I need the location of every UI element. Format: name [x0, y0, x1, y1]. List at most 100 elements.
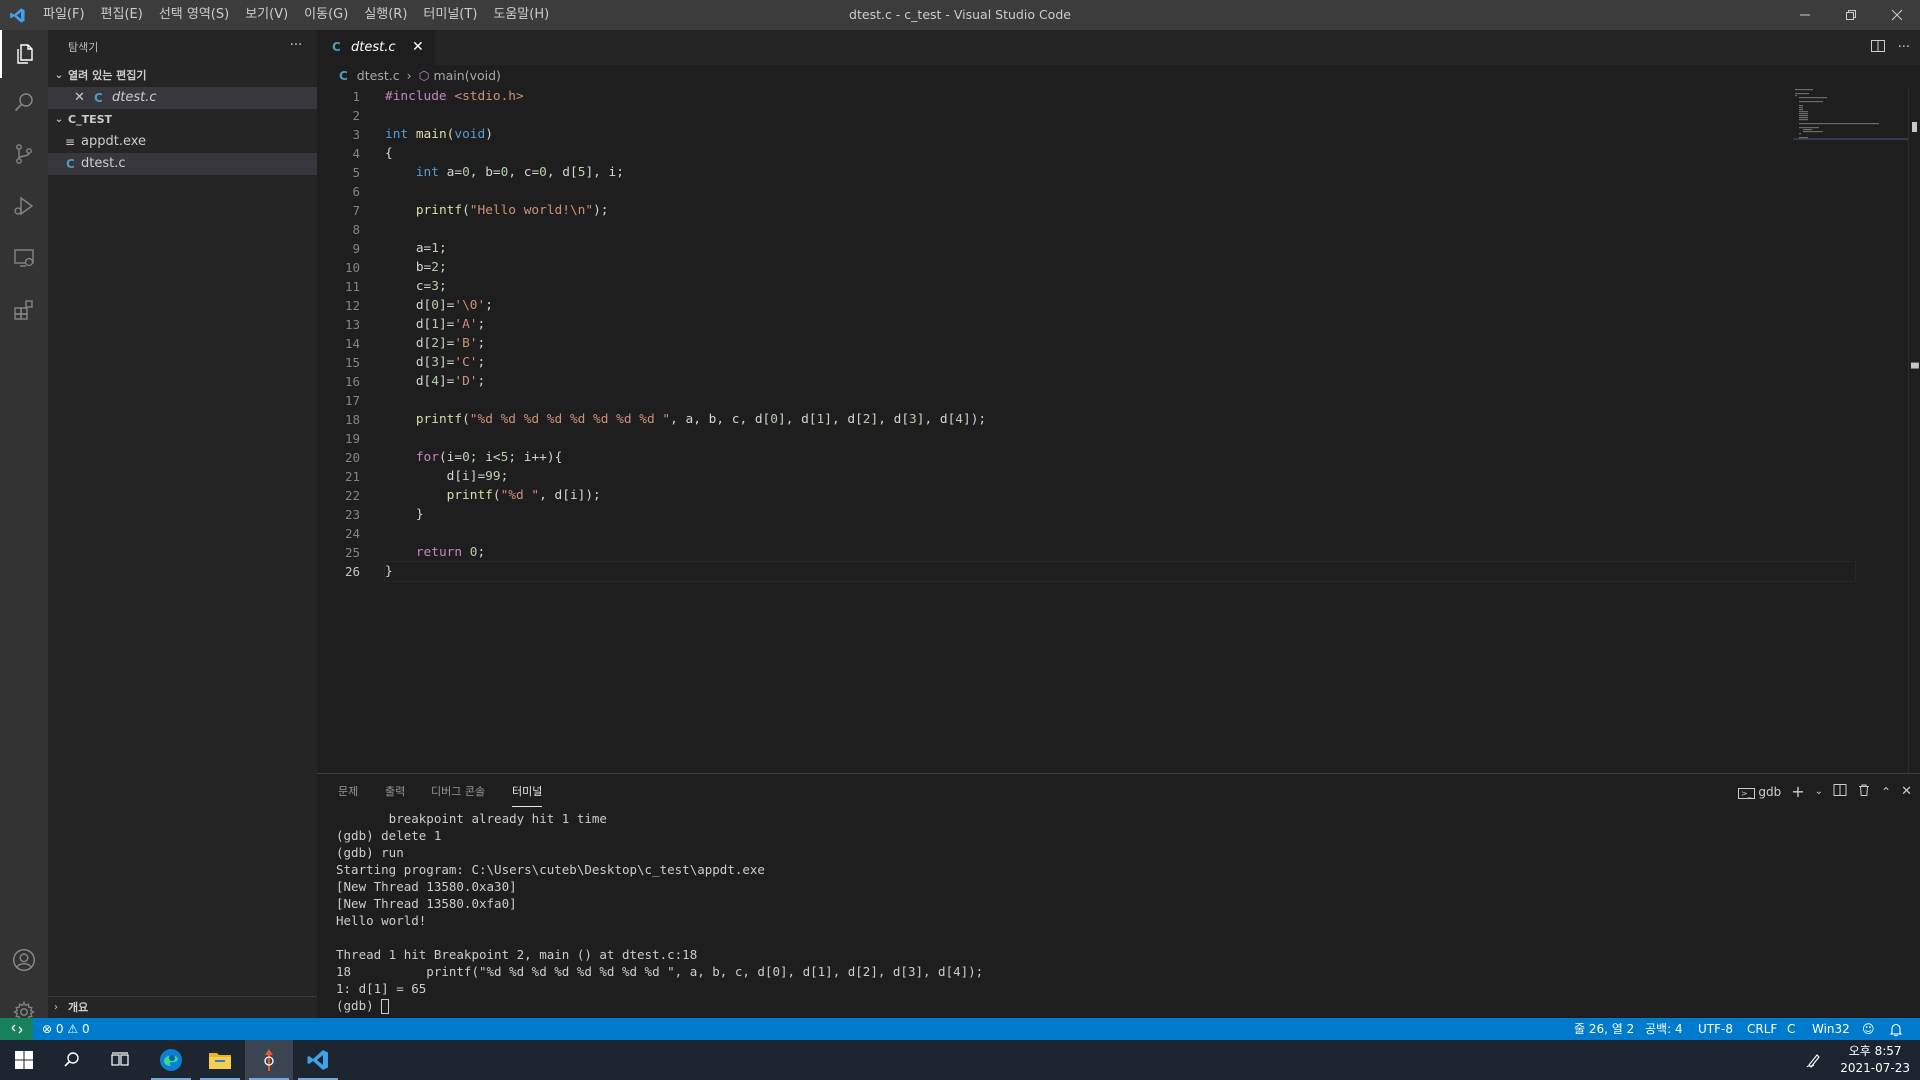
code-line[interactable]: a=1; [385, 239, 1855, 258]
breadcrumb-symbol[interactable]: main(void) [433, 68, 500, 83]
code-line[interactable] [385, 106, 1855, 125]
code-line[interactable]: } [384, 561, 1856, 582]
activity-source-control[interactable] [0, 130, 48, 178]
taskbar-debugger-app[interactable] [245, 1040, 293, 1080]
panel-tab-terminal[interactable]: 터미널 [512, 774, 543, 807]
outline-header[interactable]: › 개요 [48, 996, 317, 1018]
chevron-down-icon[interactable]: ⌄ [1815, 786, 1823, 797]
line-number: 25 [344, 545, 360, 560]
open-editor-label: dtest.c [112, 90, 157, 105]
menu-selection[interactable]: 선택 영역(S) [151, 0, 237, 30]
problems-indicator[interactable]: ⊗ 0 ⚠ 0 [42, 1018, 90, 1040]
code-line[interactable]: } [385, 505, 1855, 524]
open-editors-header[interactable]: ⌄ 열려 있는 편집기 [48, 65, 317, 87]
activity-explorer[interactable] [0, 30, 48, 78]
menu-terminal[interactable]: 터미널(T) [415, 0, 485, 30]
code-line[interactable] [385, 182, 1855, 201]
editor-scrollbar[interactable]: ▀ [1908, 87, 1920, 773]
close-tab-icon[interactable]: ✕ [412, 30, 424, 65]
file-item-appdt-exe[interactable]: ≡ appdt.exe [48, 131, 317, 153]
code-line[interactable]: #include <stdio.h> [385, 87, 1855, 106]
trash-icon[interactable] [1857, 783, 1871, 800]
code-line[interactable]: printf("%d ", d[i]); [385, 486, 1855, 505]
warning-icon: ⚠ [67, 1022, 79, 1036]
close-editor-icon[interactable]: ✕ [74, 87, 85, 109]
remote-indicator[interactable] [0, 1018, 33, 1040]
code-line[interactable] [385, 220, 1855, 239]
menu-file[interactable]: 파일(F) [35, 0, 93, 30]
minimap[interactable] [1793, 87, 1908, 147]
language-mode[interactable]: C [1787, 1018, 1795, 1040]
code-editor[interactable]: 1 2 3 4 5 6 7 8 9 10 11 12 13 14 15 16 17 18 19 20 21 22 23 24 2… [317, 87, 1920, 773]
terminal-selector[interactable]: >_ gdb [1737, 785, 1781, 799]
code-line[interactable]: printf("Hello world!\n"); [385, 201, 1855, 220]
breadcrumb-file[interactable]: dtest.c [357, 68, 400, 83]
tab-dtest-c[interactable]: C dtest.c ✕ [317, 30, 435, 65]
cursor-position[interactable]: 줄 26, 열 2 [1574, 1018, 1634, 1040]
file-item-dtest-c[interactable]: C dtest.c [48, 153, 317, 175]
code-line[interactable]: for(i=0; i<5; i++){ [385, 448, 1855, 467]
encoding[interactable]: UTF-8 [1698, 1018, 1733, 1040]
minimize-button[interactable] [1782, 0, 1828, 30]
menu-edit[interactable]: 편집(E) [93, 0, 151, 30]
restore-button[interactable] [1828, 0, 1874, 30]
terminal-prompt-line[interactable]: (gdb) [336, 997, 1896, 1014]
code-line[interactable]: d[i]=99; [385, 467, 1855, 486]
terminal-output[interactable]: breakpoint already hit 1 time (gdb) delet… [336, 810, 1896, 1014]
system-clock[interactable]: 오후 8:57 2021-07-23 [1840, 1043, 1910, 1077]
close-panel-icon[interactable]: ✕ [1901, 784, 1912, 799]
end-of-line[interactable]: CRLF [1747, 1018, 1777, 1040]
activity-run-debug[interactable] [0, 182, 48, 230]
panel-tab-debug-console[interactable]: 디버그 콘솔 [431, 774, 485, 809]
code-line[interactable]: { [385, 144, 1855, 163]
split-terminal-icon[interactable] [1833, 783, 1847, 800]
activity-accounts[interactable] [0, 936, 48, 984]
code-line[interactable]: d[1]='A'; [385, 315, 1855, 334]
panel-tab-problems[interactable]: 문제 [338, 774, 358, 809]
taskbar-file-explorer[interactable] [196, 1040, 244, 1080]
code-line[interactable]: b=2; [385, 258, 1855, 277]
code-line[interactable]: c=3; [385, 277, 1855, 296]
code-line[interactable]: int main(void) [385, 125, 1855, 144]
folder-header-c-test[interactable]: ⌄ C_TEST [48, 109, 317, 131]
panel-tab-output[interactable]: 출력 [385, 774, 405, 809]
more-actions-icon[interactable]: ··· [1898, 40, 1910, 55]
taskbar-search-button[interactable] [48, 1040, 96, 1080]
code-line[interactable]: d[3]='C'; [385, 353, 1855, 372]
terminal-line: Starting program: C:\Users\cuteb\Desktop… [336, 862, 765, 877]
menu-go[interactable]: 이동(G) [296, 0, 356, 30]
menu-run[interactable]: 실행(R) [356, 0, 415, 30]
code-line[interactable] [385, 429, 1855, 448]
error-icon: ⊗ [42, 1022, 53, 1036]
menu-view[interactable]: 보기(V) [237, 0, 296, 30]
task-view-button[interactable] [96, 1040, 144, 1080]
split-editor-icon[interactable] [1870, 38, 1886, 58]
taskbar-vscode[interactable] [294, 1040, 342, 1080]
activity-search[interactable] [0, 78, 48, 126]
code-line[interactable]: int a=0, b=0, c=0, d[5], i; [385, 163, 1855, 182]
activity-remote-explorer[interactable] [0, 234, 48, 282]
code-line[interactable]: printf("%d %d %d %d %d %d %d %d ", a, b,… [385, 410, 1855, 429]
open-editor-item[interactable]: ✕ C dtest.c [48, 87, 317, 109]
platform[interactable]: Win32 [1812, 1018, 1850, 1040]
feedback-icon[interactable]: ☺ [1862, 1018, 1875, 1040]
code-lines[interactable]: #include <stdio.h> int main(void){ int a=… [384, 87, 1856, 582]
start-button[interactable] [0, 1040, 48, 1080]
code-line[interactable]: d[4]='D'; [385, 372, 1855, 391]
activity-extensions[interactable] [0, 286, 48, 334]
code-line[interactable] [385, 391, 1855, 410]
binary-file-icon: ≡ [65, 135, 76, 149]
code-line[interactable]: d[0]='\0'; [385, 296, 1855, 315]
pen-workspace-button[interactable] [1798, 1040, 1830, 1080]
bell-icon[interactable] [1889, 1018, 1903, 1040]
add-terminal-icon[interactable]: + [1791, 782, 1804, 801]
code-line[interactable] [385, 524, 1855, 543]
more-actions-button[interactable]: ··· [286, 38, 306, 58]
maximize-panel-icon[interactable]: ⌃ [1881, 785, 1891, 799]
code-line[interactable]: return 0; [385, 543, 1855, 562]
indentation[interactable]: 공백: 4 [1645, 1018, 1683, 1040]
code-line[interactable]: d[2]='B'; [385, 334, 1855, 353]
close-window-button[interactable] [1874, 0, 1920, 30]
taskbar-edge[interactable] [147, 1040, 195, 1080]
menu-help[interactable]: 도움말(H) [485, 0, 557, 30]
